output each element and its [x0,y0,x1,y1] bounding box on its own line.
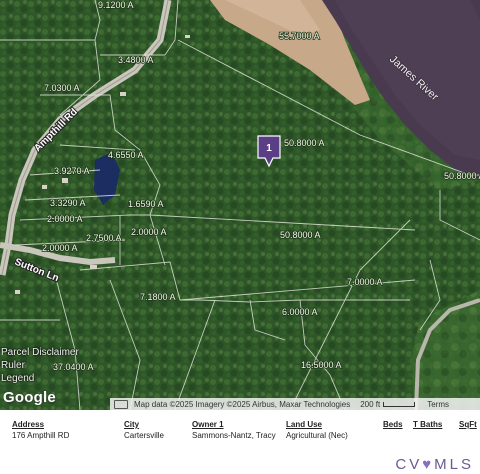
address-value: 176 Ampthill RD [12,431,70,440]
owner-value: Sammons-Nantz, Tracy [192,431,276,440]
cvr-mls-logo: CV♥MLS [395,456,474,473]
parcel-label: 3.9270 A [54,166,90,176]
parcel-label: 2.0000 A [131,227,167,237]
parcel-label: 4.6550 A [108,150,144,160]
parcel-label: 7.1800 A [140,292,176,302]
parcel-label: 3.4800 A [118,55,154,65]
landuse-value: Agricultural (Nec) [286,431,348,440]
map-controls: Parcel Disclaimer Ruler Legend [1,346,79,385]
beds-column: Beds [383,420,403,429]
logo-pin-icon: ♥ [422,456,435,473]
parcel-label: 55.7000 A [279,31,320,41]
attribution-bar: Map data ©2025 Imagery ©2025 Airbus, Max… [110,398,480,410]
parcel-label: 1.6590 A [128,199,164,209]
parcel-label: 3.3290 A [50,198,86,208]
property-info-panel: Address 176 Ampthill RD City Cartersvill… [0,410,480,474]
parcel-label: 16.5000 A [301,360,342,370]
owner-header: Owner 1 [192,420,224,429]
marker-label: 1 [266,143,272,154]
scale-bar [383,401,416,407]
city-header: City [124,420,140,429]
attribution-text: Map data ©2025 Imagery ©2025 Airbus, Max… [134,399,351,409]
owner-column: Owner 1 Sammons-Nantz, Tracy [192,420,286,440]
satellite-map[interactable]: 9.1200 A 3.4800 A 55.7000 A 7.0300 A 4.6… [0,0,480,410]
parcel-label: 2.7500 A [86,233,122,243]
logo-text-post: MLS [434,456,474,473]
parcel-label: 9.1200 A [98,0,134,10]
terms-link[interactable]: Terms [427,400,449,409]
parcel-label: 7.0300 A [44,83,80,93]
parcel-label: 2.0000 A [42,243,78,253]
parcel-label: 50.8000 A [444,171,480,181]
city-value: Cartersville [124,431,165,440]
parcel-label: 50.8000 A [280,230,321,240]
address-column: Address 176 Ampthill RD [12,420,69,440]
ruler-link[interactable]: Ruler [1,359,79,372]
parcel-label: 6.0000 A [282,307,318,317]
logo-text-pre: CV [395,456,423,473]
parcel-disclaimer-link[interactable]: Parcel Disclaimer [1,346,79,359]
sqft-column: SqFt [459,420,477,429]
google-logo: Google [3,389,56,406]
landuse-column: Land Use Agricultural (Nec) [286,420,348,440]
keyboard-icon[interactable] [114,399,128,409]
landuse-header: Land Use [286,420,323,429]
beds-header: Beds [383,420,403,429]
parcel-label: 2.0000 A [47,214,83,224]
city-column: City Cartersville [124,420,164,440]
parcel-label: 7.0000 A [347,277,383,287]
tbaths-header: T Baths [413,420,443,429]
legend-link[interactable]: Legend [1,372,79,385]
sqft-header: SqFt [459,420,477,429]
tbaths-column: T Baths [413,420,442,429]
parcel-label: 50.8000 A [284,138,325,148]
scale-label[interactable]: 200 ft [360,400,380,409]
address-header: Address [12,420,45,429]
